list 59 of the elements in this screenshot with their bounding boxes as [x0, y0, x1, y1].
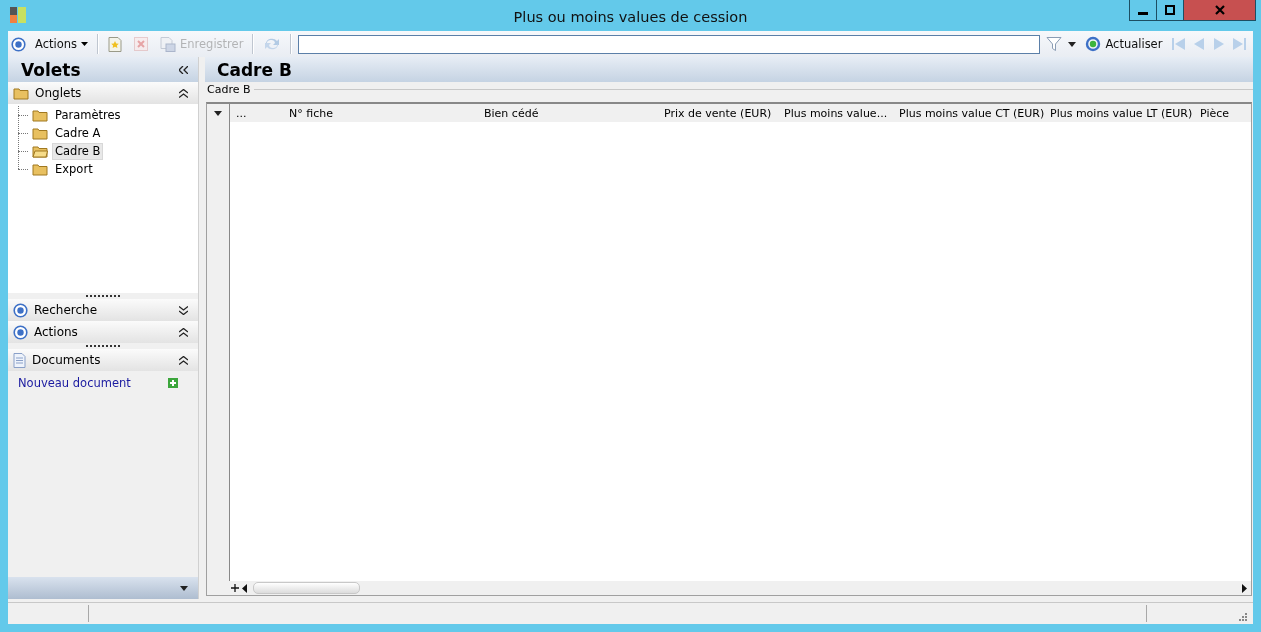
- collapse-icon[interactable]: [179, 65, 188, 74]
- column-header[interactable]: Plus moins value LT (EUR): [1044, 106, 1194, 120]
- chevron-up-icon[interactable]: [179, 327, 188, 337]
- section-title: Actions: [34, 325, 79, 339]
- dropdown-caret-icon[interactable]: [1068, 41, 1077, 47]
- section-header[interactable]: Recherche: [8, 299, 198, 321]
- scroll-left-icon[interactable]: [241, 583, 249, 593]
- dropdown-caret-icon: [81, 42, 88, 46]
- tree-item[interactable]: Cadre B: [52, 142, 104, 160]
- document-icon: [13, 352, 26, 368]
- add-icon[interactable]: [231, 584, 239, 592]
- panel-title: Volets: [21, 59, 81, 80]
- tree-item[interactable]: Export: [52, 160, 96, 178]
- target-icon: [13, 324, 28, 340]
- resize-grip-icon[interactable]: [1238, 612, 1247, 621]
- close-button[interactable]: [1184, 0, 1255, 20]
- window-title: Plus ou moins values de cession: [513, 7, 748, 25]
- chevron-up-icon[interactable]: [179, 355, 188, 365]
- column-header[interactable]: Plus moins value CT (EUR): [893, 106, 1044, 120]
- section-title: Recherche: [34, 303, 99, 317]
- dropdown-caret-icon[interactable]: [180, 585, 188, 591]
- new-document-icon[interactable]: [108, 36, 122, 52]
- scrollbar-thumb[interactable]: [253, 582, 360, 594]
- column-header[interactable]: Pièce: [1194, 106, 1246, 120]
- app-logo-icon: [10, 7, 26, 23]
- folder-icon: [32, 144, 48, 158]
- tree-item[interactable]: Paramètres: [52, 106, 124, 124]
- section-title: Onglets: [35, 86, 83, 100]
- close-icon: [1214, 5, 1225, 15]
- column-header[interactable]: Plus moins value...: [778, 106, 893, 120]
- folder-icon: [13, 86, 29, 100]
- group-label: Cadre B: [207, 82, 251, 96]
- new-document-link[interactable]: Nouveau document: [18, 376, 131, 390]
- chevron-down-icon[interactable]: [179, 305, 188, 315]
- column-header[interactable]: ...: [230, 106, 283, 120]
- chevron-up-icon[interactable]: [179, 88, 188, 98]
- dropdown-caret-icon[interactable]: [214, 110, 222, 116]
- refresh-icon: [1085, 36, 1102, 52]
- section-title: Documents: [32, 353, 102, 367]
- search-field[interactable]: [298, 34, 1041, 54]
- page-title: Cadre B: [217, 59, 292, 80]
- folder-icon: [32, 126, 48, 140]
- folder-icon: [32, 108, 48, 122]
- folder-icon: [32, 162, 48, 176]
- target-icon: [11, 36, 26, 52]
- section-header[interactable]: Actions: [8, 321, 198, 343]
- section-header[interactable]: Onglets: [8, 82, 198, 104]
- filter-icon[interactable]: [1046, 36, 1063, 52]
- refresh-button[interactable]: Actualiser: [1082, 34, 1166, 54]
- tree-item[interactable]: Cadre A: [52, 124, 104, 142]
- column-header[interactable]: Prix de vente (EUR): [658, 106, 778, 120]
- section-header[interactable]: Documents: [8, 349, 198, 371]
- actions-menu[interactable]: Actions: [32, 35, 91, 53]
- column-header[interactable]: Bien cédé: [478, 106, 658, 120]
- minimize-icon: [1138, 12, 1148, 15]
- save-icon: [160, 36, 176, 52]
- target-icon: [13, 302, 28, 318]
- column-header[interactable]: N° fiche: [283, 106, 478, 120]
- maximize-icon: [1165, 5, 1175, 15]
